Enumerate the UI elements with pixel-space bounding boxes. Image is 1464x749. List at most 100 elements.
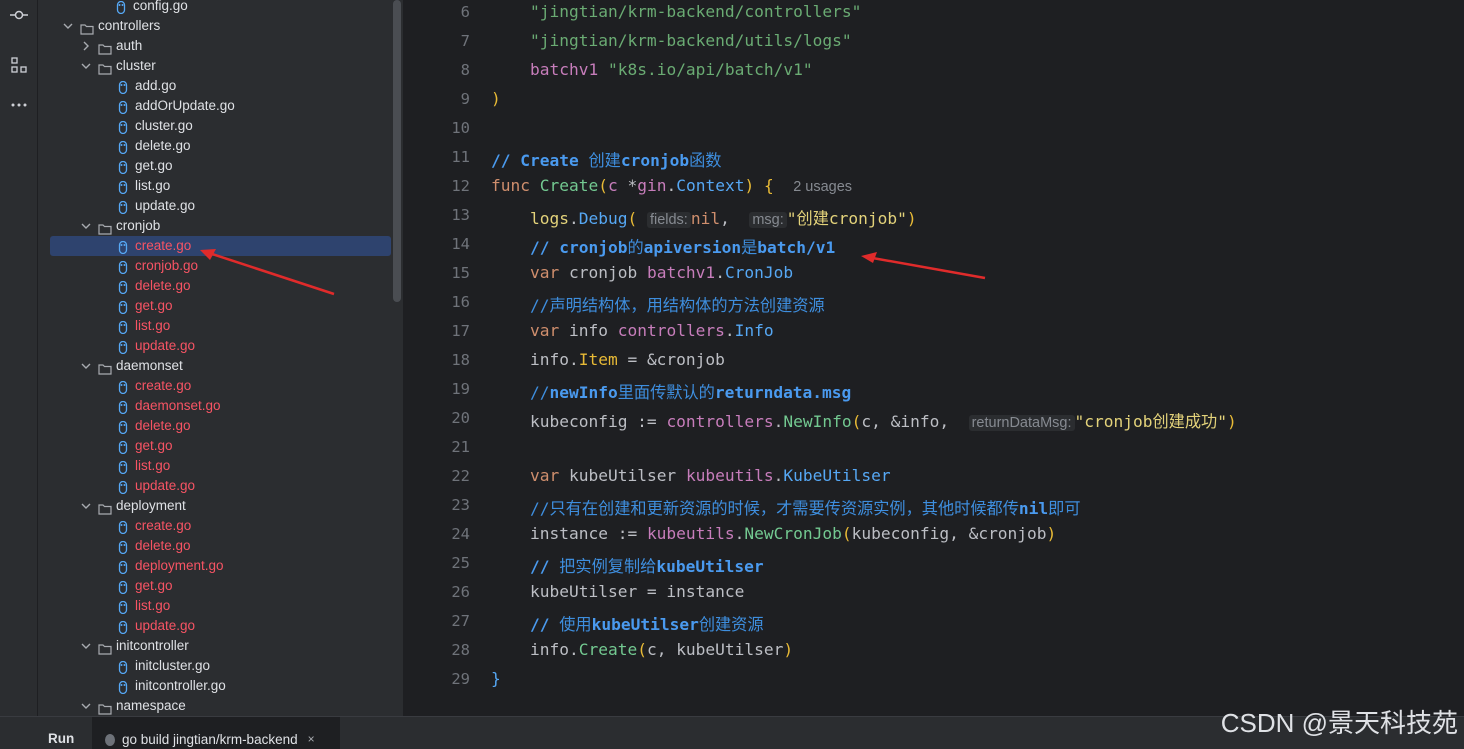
tree-folder[interactable]: deployment	[80, 496, 186, 516]
tree-folder[interactable]: cronjob	[80, 216, 160, 236]
tree-folder[interactable]: auth	[80, 36, 142, 56]
tree-file[interactable]: config.go	[116, 0, 188, 16]
line-number: 28	[451, 641, 470, 659]
tree-file[interactable]: initcluster.go	[118, 656, 210, 676]
tree-item-label: get.go	[135, 158, 173, 173]
tree-file[interactable]: list.go	[118, 456, 170, 476]
tree-file[interactable]: daemonset.go	[118, 396, 221, 416]
tree-file[interactable]: create.go	[118, 516, 191, 536]
code-line[interactable]: "jingtian/krm-backend/utils/logs"	[491, 31, 852, 50]
code-line[interactable]: var kubeUtilser kubeutils.KubeUtilser	[491, 466, 891, 485]
code-line[interactable]: info.Create(c, kubeUtilser)	[491, 640, 793, 659]
watermark: CSDN @景天科技苑	[1220, 708, 1458, 738]
code-line[interactable]: //newInfo里面传默认的returndata.msg	[491, 379, 851, 403]
tree-file[interactable]: update.go	[118, 196, 195, 216]
tree-item-label: list.go	[135, 598, 171, 613]
tree-folder[interactable]: daemonset	[80, 356, 183, 376]
tree-folder[interactable]: cluster	[80, 56, 156, 76]
folder-icon	[98, 61, 112, 75]
tree-file[interactable]: cronjob.go	[118, 256, 198, 276]
chevron-down-icon[interactable]	[80, 222, 92, 230]
code-line[interactable]: //声明结构体，用结构体的方法创建资源	[491, 292, 825, 316]
tree-file[interactable]: update.go	[118, 476, 195, 496]
code-line[interactable]: )	[491, 89, 501, 108]
code-line[interactable]: instance := kubeutils.NewCronJob(kubecon…	[491, 524, 1056, 543]
code-line[interactable]: batchv1 "k8s.io/api/batch/v1"	[491, 60, 813, 79]
tree-file[interactable]: create.go	[118, 236, 191, 256]
chevron-down-icon[interactable]	[80, 502, 92, 510]
tree-file[interactable]: cluster.go	[118, 116, 193, 136]
line-number: 7	[460, 32, 470, 50]
commit-icon[interactable]	[0, 3, 37, 27]
tree-item-label: list.go	[135, 458, 171, 473]
chevron-down-icon[interactable]	[80, 362, 92, 370]
go-file-icon	[118, 560, 128, 574]
code-line[interactable]: // 把实例复制给kubeUtilser	[491, 553, 764, 577]
code-line[interactable]: kubeUtilser = instance	[491, 582, 744, 601]
tree-file[interactable]: list.go	[118, 176, 170, 196]
tree-item-label: initcluster.go	[135, 658, 211, 673]
tree-file[interactable]: list.go	[118, 316, 170, 336]
code-line[interactable]: kubeconfig := controllers.NewInfo(c, &in…	[491, 408, 1237, 432]
line-number: 16	[451, 293, 470, 311]
chevron-down-icon[interactable]	[80, 702, 92, 710]
chevron-down-icon[interactable]	[62, 22, 74, 30]
go-file-icon	[118, 180, 128, 194]
tree-file[interactable]: delete.go	[118, 276, 191, 296]
chevron-down-icon[interactable]	[80, 62, 92, 70]
chevron-down-icon[interactable]	[80, 642, 92, 650]
tree-item-label: cronjob	[116, 218, 161, 233]
run-tool-label[interactable]: Run	[48, 731, 74, 746]
line-number: 29	[451, 670, 470, 688]
tree-file[interactable]: get.go	[118, 576, 173, 596]
tree-item-label: daemonset	[116, 358, 183, 373]
tree-file[interactable]: addOrUpdate.go	[118, 96, 235, 116]
folder-icon	[98, 641, 112, 655]
tree-item-label: get.go	[135, 438, 173, 453]
code-line[interactable]: info.Item = &cronjob	[491, 350, 725, 369]
tree-file[interactable]: delete.go	[118, 536, 191, 556]
tree-file[interactable]: delete.go	[118, 416, 191, 436]
tree-folder[interactable]: namespace	[80, 696, 186, 716]
tree-file[interactable]: get.go	[118, 296, 173, 316]
tree-item-label: controllers	[98, 18, 161, 33]
code-line[interactable]: }	[491, 669, 501, 688]
close-icon[interactable]: ×	[308, 732, 315, 746]
tree-folder[interactable]: initcontroller	[80, 636, 189, 656]
line-number: 9	[460, 90, 470, 108]
tree-file[interactable]: add.go	[118, 76, 176, 96]
code-editor[interactable]: 6 "jingtian/krm-backend/controllers" 7 "j…	[404, 0, 1464, 716]
code-line[interactable]: // 使用kubeUtilser创建资源	[491, 611, 764, 635]
tree-file[interactable]: deployment.go	[118, 556, 224, 576]
tree-file[interactable]: create.go	[118, 376, 191, 396]
tree-file[interactable]: list.go	[118, 596, 170, 616]
tree-file[interactable]: update.go	[118, 336, 195, 356]
tree-item-label: create.go	[135, 238, 192, 253]
tree-item-label: delete.go	[135, 278, 191, 293]
code-line[interactable]: // cronjob的apiversion是batch/v1	[491, 234, 835, 258]
run-tab[interactable]: go build jingtian/krm-backend ×	[92, 717, 340, 749]
go-file-icon	[118, 540, 128, 554]
code-line[interactable]: logs.Debug( fields: nil, msg: "创建cronjob")	[491, 205, 917, 229]
code-line[interactable]: func Create(c *gin.Context) { 2 usages	[491, 176, 852, 195]
tree-scrollbar[interactable]	[393, 0, 401, 302]
tree-file[interactable]: get.go	[118, 156, 173, 176]
tree-item-label: create.go	[135, 378, 192, 393]
code-line[interactable]: //只有在创建和更新资源的时候，才需要传资源实例，其他时候都传nil即可	[491, 495, 1081, 519]
tree-file[interactable]: initcontroller.go	[118, 676, 226, 696]
code-line[interactable]: var cronjob batchv1.CronJob	[491, 263, 793, 282]
tree-file[interactable]: update.go	[118, 616, 195, 636]
structure-icon[interactable]	[0, 53, 37, 77]
more-icon[interactable]	[0, 93, 37, 117]
chevron-right-icon[interactable]	[80, 41, 92, 51]
tree-item-label: delete.go	[135, 138, 191, 153]
line-number: 15	[451, 264, 470, 282]
code-line[interactable]: var info controllers.Info	[491, 321, 774, 340]
code-line[interactable]: "jingtian/krm-backend/controllers"	[491, 2, 861, 21]
tree-file[interactable]: delete.go	[118, 136, 191, 156]
tree-file[interactable]: get.go	[118, 436, 173, 456]
go-file-icon	[118, 100, 128, 114]
tree-folder[interactable]: controllers	[62, 16, 160, 36]
go-file-icon	[118, 620, 128, 634]
code-line[interactable]: // Create 创建cronjob函数	[491, 147, 721, 171]
